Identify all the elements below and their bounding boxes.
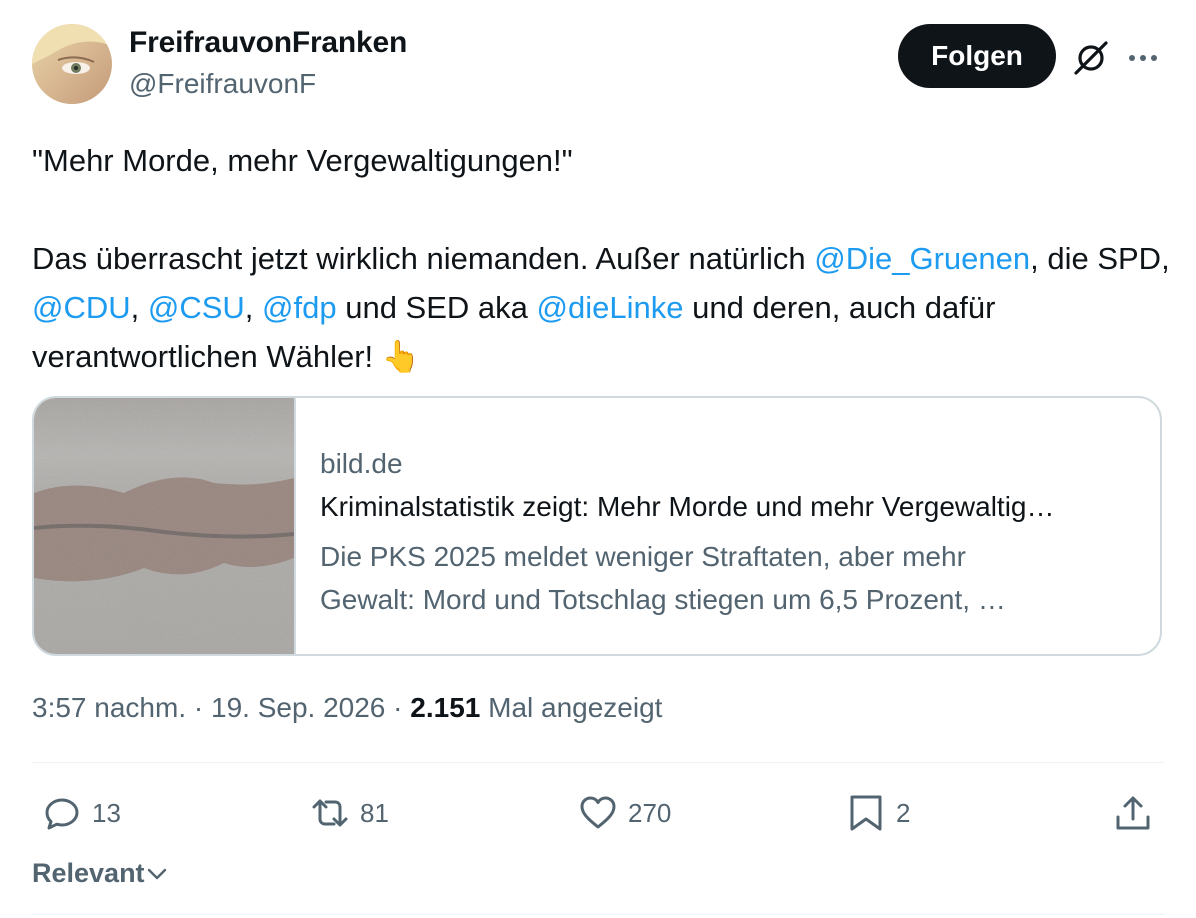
card-thumbnail [34, 398, 296, 654]
tweet-paragraph: Das überrascht jetzt wirklich niemanden.… [32, 234, 1172, 381]
tweet-text-segment: , [130, 290, 148, 325]
mention-csu[interactable]: @CSU [148, 290, 245, 325]
bookmark-icon [850, 795, 882, 831]
tweet-text-segment: , [244, 290, 263, 325]
card-description-line: Gewalt: Mord und Totschlag stiegen um 6,… [320, 584, 1006, 615]
tweet-date[interactable]: 19. Sep. 2026 [211, 692, 385, 723]
divider [32, 762, 1164, 763]
card-title: Kriminalstatistik zeigt: Mehr Morde und … [320, 491, 1055, 522]
separator: · [385, 692, 411, 723]
card-description-line: Die PKS 2025 meldet weniger Straftaten, … [320, 541, 966, 572]
card-domain: bild.de [320, 448, 403, 479]
avatar[interactable] [32, 24, 112, 104]
view-count: 2.151 [410, 692, 481, 723]
card-description: Die PKS 2025 meldet weniger Straftaten, … [320, 535, 1140, 621]
tweet-meta: 3:57 nachm. · 19. Sep. 2026 · 2.151 Mal … [32, 692, 662, 724]
share-icon [1116, 796, 1150, 830]
reply-sort-dropdown[interactable]: Relevant [32, 858, 169, 889]
pointing-up-emoji: 👆 [381, 339, 421, 374]
tweet-text-segment: , die SPD, [1030, 241, 1170, 276]
like-button[interactable]: 270 [578, 790, 671, 836]
mention-die-gruenen[interactable]: @Die_Gruenen [814, 241, 1030, 276]
bookmark-count: 2 [896, 797, 911, 828]
chevron-down-icon [147, 868, 166, 879]
repost-button[interactable]: 81 [310, 790, 389, 836]
mention-fdp[interactable]: @fdp [262, 290, 337, 325]
tweet-time[interactable]: 3:57 nachm. [32, 692, 186, 723]
divider [32, 914, 1164, 915]
more-options-icon[interactable] [1123, 38, 1163, 78]
author-handle[interactable]: @FreifrauvonF [129, 68, 316, 100]
tweet-text-segment: und SED aka [336, 290, 537, 325]
view-count-label: Mal angezeigt [480, 692, 663, 723]
repost-count: 81 [360, 797, 389, 828]
tweet-text-segment: Das überrascht jetzt wirklich niemanden.… [32, 241, 815, 276]
heart-icon [580, 796, 616, 829]
reply-sort-label: Relevant [32, 858, 145, 888]
reply-icon [45, 798, 79, 830]
reply-button[interactable]: 13 [42, 790, 121, 836]
link-preview-card[interactable]: bild.de Kriminalstatistik zeigt: Mehr Mo… [32, 396, 1162, 656]
author-display-name[interactable]: FreifrauvonFranken [129, 26, 407, 60]
mention-cdu[interactable]: @CDU [32, 290, 131, 325]
tweet-text: "Mehr Morde, mehr Vergewaltigungen!" Das… [32, 136, 1172, 381]
tweet-quote-line: "Mehr Morde, mehr Vergewaltigungen!" [32, 143, 573, 178]
follow-button[interactable]: Folgen [898, 24, 1056, 88]
separator: · [186, 692, 211, 723]
reply-count: 13 [92, 797, 121, 828]
repost-icon [312, 799, 348, 827]
like-count: 270 [628, 797, 672, 828]
bookmark-button[interactable]: 2 [846, 790, 910, 836]
grok-icon[interactable] [1071, 38, 1111, 78]
mention-dielinke[interactable]: @dieLinke [537, 290, 684, 325]
share-button[interactable] [1113, 790, 1153, 836]
